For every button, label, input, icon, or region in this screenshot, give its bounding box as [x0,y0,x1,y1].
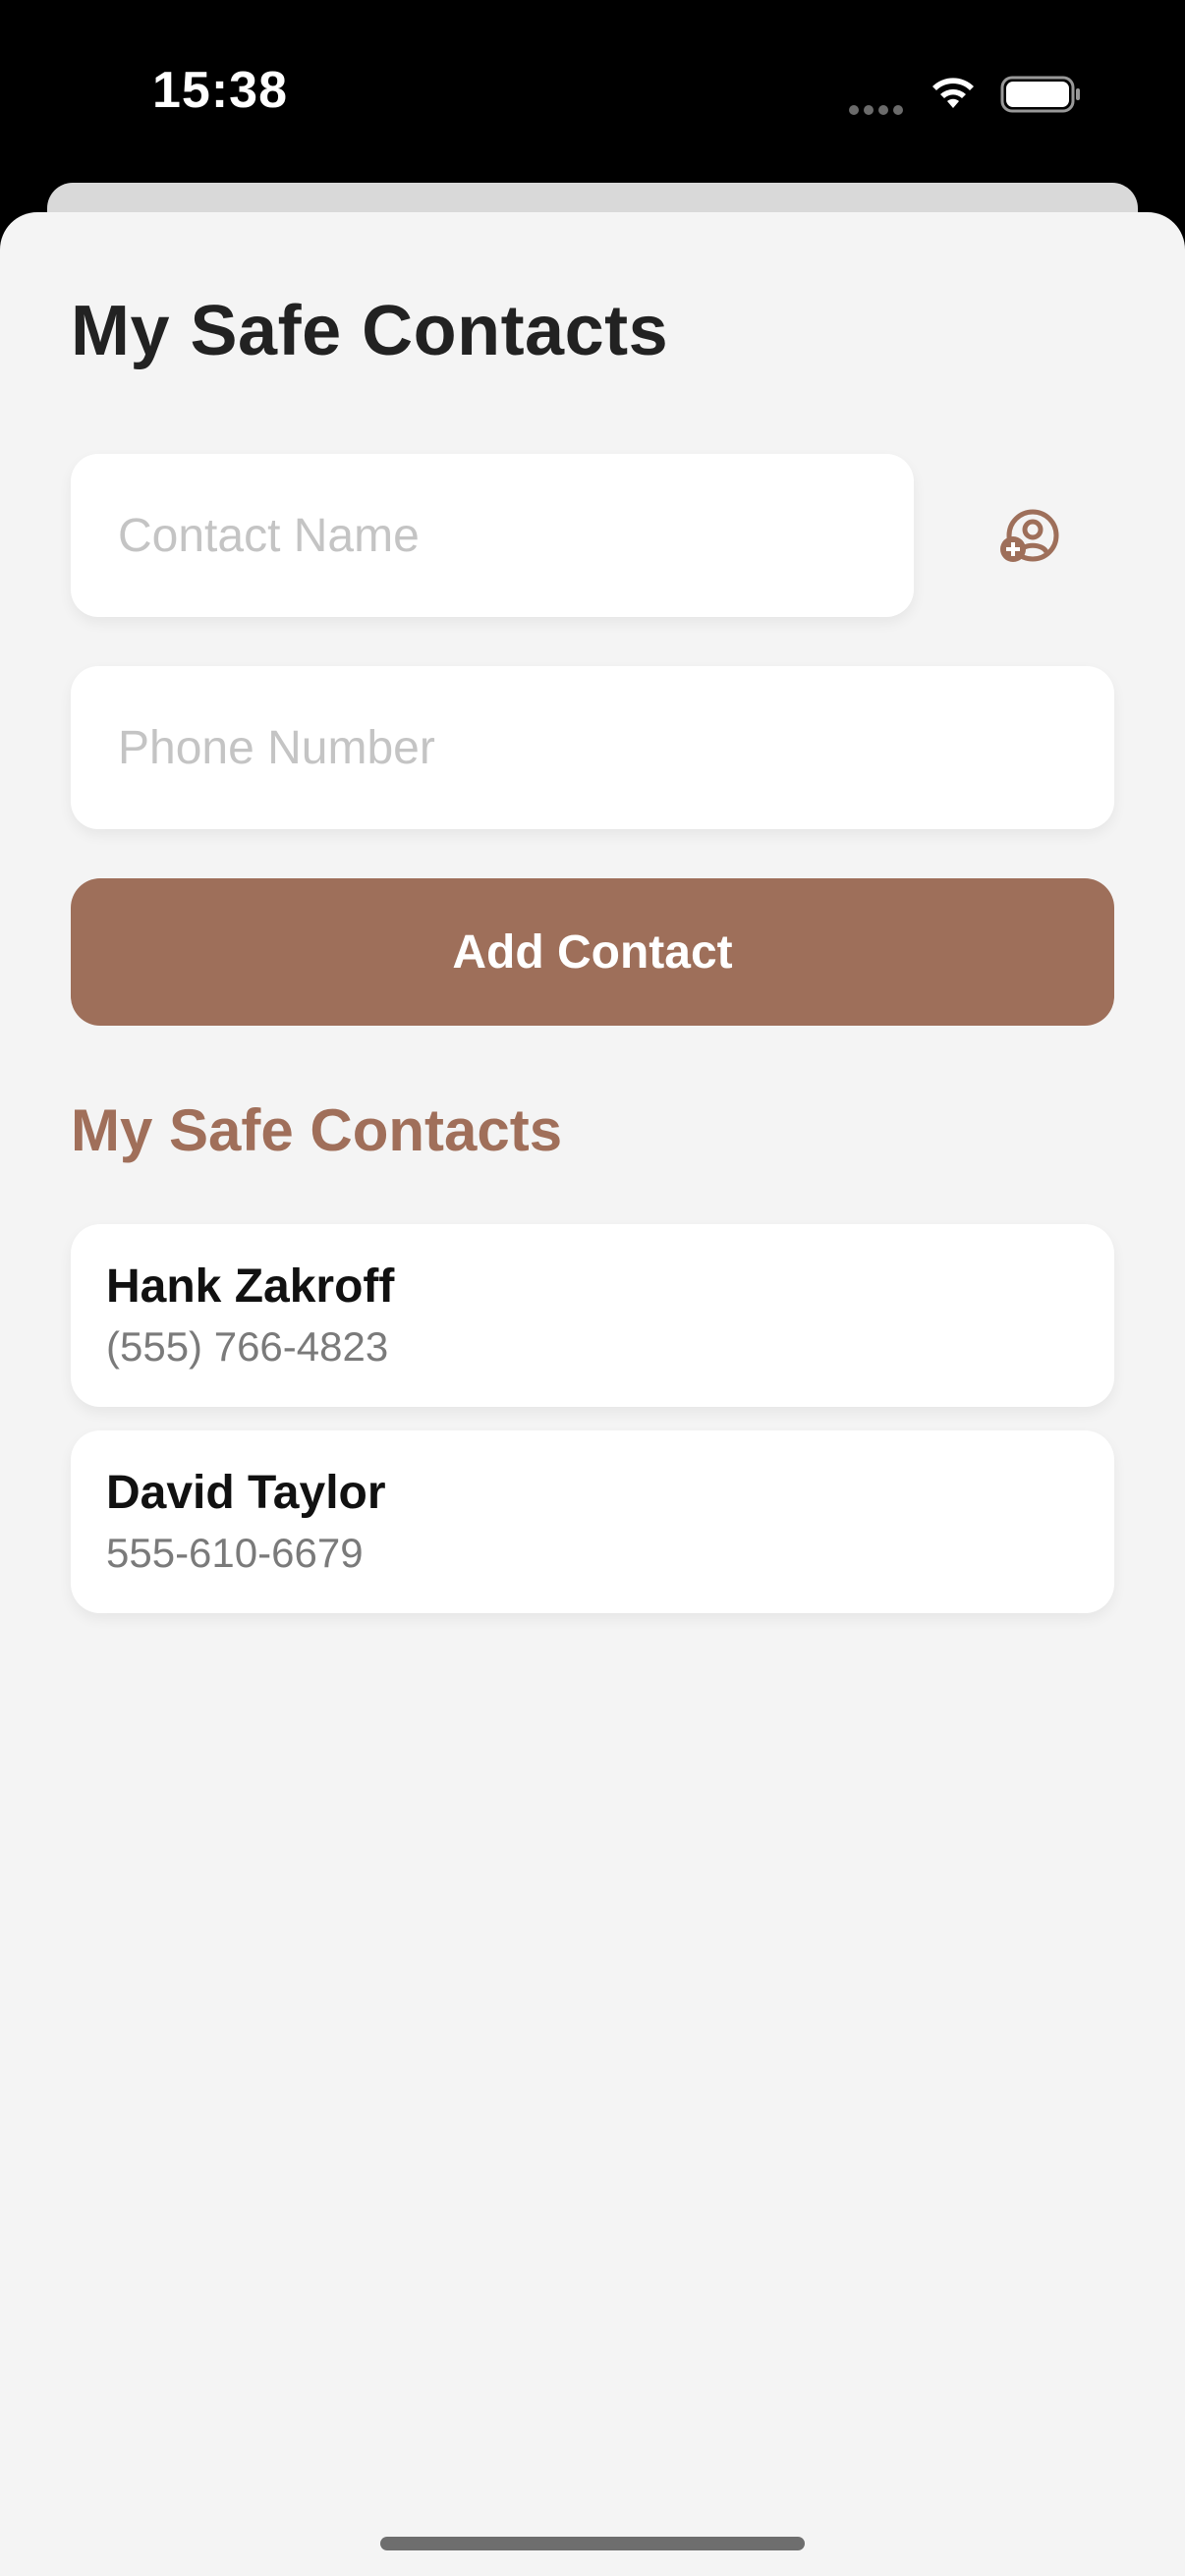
signal-dots-icon [849,102,908,115]
contact-phone: 555-610-6679 [106,1530,364,1576]
section-title: My Safe Contacts [71,1097,563,1163]
add-contact-button[interactable]: Add Contact [71,878,1114,1026]
contact-phone: (555) 766-4823 [106,1323,389,1370]
contact-card[interactable]: Hank Zakroff (555) 766-4823 [71,1224,1114,1407]
app-screen: 15:38 My Safe Contacts Contact Name Phon… [0,0,1185,2576]
home-indicator[interactable] [380,2537,805,2550]
contact-name-field[interactable] [71,454,914,617]
wifi-icon [932,78,974,108]
contacts-sheet: My Safe Contacts Add Contact My Safe Con… [0,212,1185,2576]
phone-number-field[interactable] [71,666,1114,829]
contact-name: Hank Zakroff [106,1260,395,1313]
contact-card[interactable]: David Taylor 555-610-6679 [71,1430,1114,1613]
battery-icon [1000,76,1080,113]
contact-name: David Taylor [106,1467,386,1519]
status-bar: 15:38 [0,0,1185,183]
page-title: My Safe Contacts [71,292,669,370]
add-person-icon [1000,509,1059,562]
phone-number-input[interactable] [116,719,1114,776]
pick-contact-button[interactable] [994,503,1063,572]
status-time: 15:38 [152,62,288,119]
contact-name-input[interactable] [116,507,914,564]
contact-list: Hank Zakroff (555) 766-4823 David Taylor… [71,1224,1114,1637]
